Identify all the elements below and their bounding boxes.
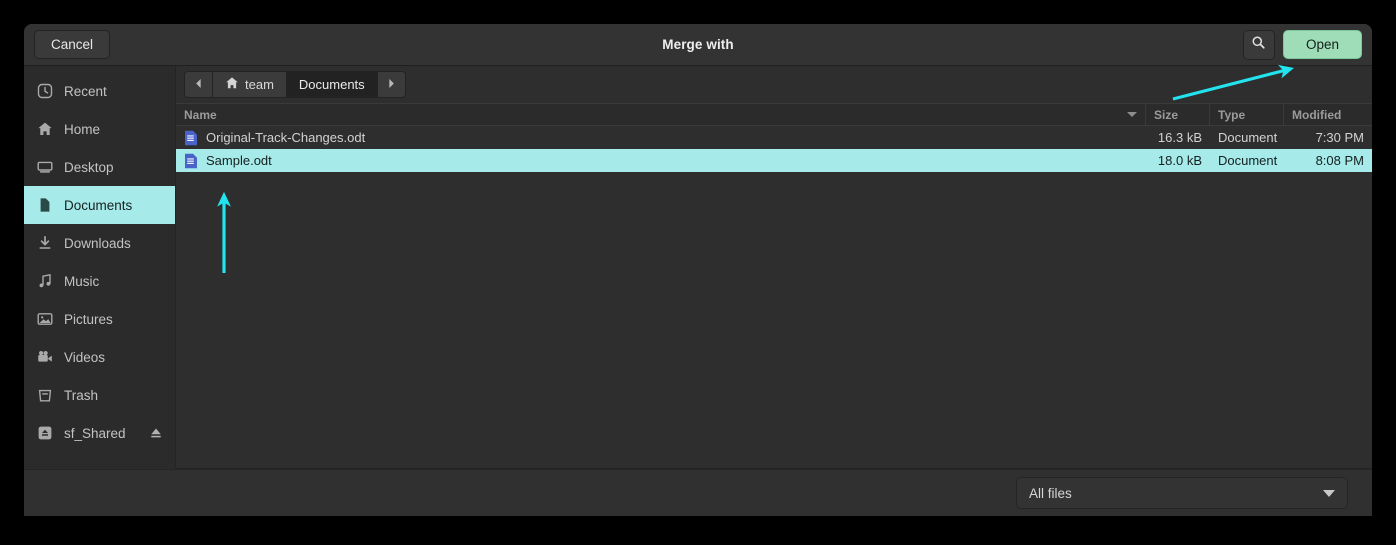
breadcrumb-item-documents[interactable]: Documents [286, 71, 378, 98]
file-pane: team Documents Name Size Type Modified O… [176, 66, 1372, 469]
odt-file-icon [184, 153, 198, 169]
window-title: Merge with [662, 37, 734, 52]
column-header-label: Size [1154, 107, 1179, 122]
table-row[interactable]: Original-Track-Changes.odt 16.3 kB Docum… [176, 126, 1372, 149]
sidebar-item-label: Recent [64, 83, 107, 99]
sidebar-item-downloads[interactable]: Downloads [24, 224, 175, 262]
breadcrumb-label: Documents [298, 77, 365, 92]
sidebar-item-documents[interactable]: Documents [24, 186, 175, 224]
desktop-icon [36, 159, 53, 176]
breadcrumb-back-button[interactable] [184, 71, 213, 98]
file-name-cell: Original-Track-Changes.odt [176, 130, 1146, 146]
file-filter-dropdown[interactable]: All files [1016, 477, 1348, 509]
breadcrumb-label: team [245, 77, 274, 92]
chevron-right-icon [387, 77, 396, 92]
file-name-cell: Sample.odt [176, 153, 1146, 169]
column-header-size[interactable]: Size [1146, 104, 1210, 125]
column-header-name[interactable]: Name [176, 104, 1146, 125]
picture-icon [36, 311, 53, 328]
sidebar-item-videos[interactable]: Videos [24, 338, 175, 376]
file-filter-value: All files [1029, 485, 1072, 501]
column-header-label: Type [1218, 107, 1246, 122]
sidebar-item-label: Home [64, 121, 101, 137]
file-modified: 7:30 PM [1315, 130, 1364, 145]
search-button[interactable] [1242, 29, 1275, 60]
sidebar-item-music[interactable]: Music [24, 262, 175, 300]
home-icon [225, 76, 239, 93]
footer-bar: All files [24, 469, 1372, 516]
drive-icon [36, 425, 53, 442]
file-size: 16.3 kB [1157, 130, 1202, 145]
sidebar-item-label: Desktop [64, 159, 114, 175]
breadcrumb: team Documents [184, 71, 406, 98]
odt-file-icon [184, 130, 198, 146]
sidebar-item-recent[interactable]: Recent [24, 72, 175, 110]
file-type: Document [1218, 130, 1278, 145]
column-header-label: Modified [1292, 107, 1342, 122]
file-chooser-window: Cancel Merge with Open Recent Home Deskt… [24, 24, 1372, 516]
table-row[interactable]: Sample.odt 18.0 kB Document 8:08 PM [176, 149, 1372, 172]
sidebar-item-label: Pictures [64, 311, 113, 327]
file-size: 18.0 kB [1157, 153, 1202, 168]
sidebar-item-home[interactable]: Home [24, 110, 175, 148]
path-bar: team Documents [176, 66, 1372, 103]
open-button[interactable]: Open [1282, 30, 1362, 59]
home-icon [36, 121, 53, 138]
sidebar-item-sf-shared[interactable]: sf_Shared [24, 414, 175, 452]
header-actions: Open [1242, 24, 1362, 65]
file-type: Document [1218, 153, 1278, 168]
sidebar-item-label: Documents [64, 197, 133, 213]
sidebar-item-label: Music [64, 273, 100, 289]
sidebar-item-trash[interactable]: Trash [24, 376, 175, 414]
file-list-header: Name Size Type Modified [176, 103, 1372, 126]
clock-icon [36, 83, 53, 100]
sidebar-item-label: Downloads [64, 235, 131, 251]
places-sidebar: Recent Home Desktop Documents Downloads … [24, 66, 176, 469]
music-icon [36, 273, 53, 290]
chevron-down-icon [1323, 489, 1335, 497]
chevron-left-icon [194, 77, 203, 92]
header-bar: Cancel Merge with Open [24, 24, 1372, 66]
file-name: Original-Track-Changes.odt [206, 130, 366, 145]
breadcrumb-forward-button[interactable] [377, 71, 406, 98]
column-header-label: Name [184, 107, 217, 122]
sidebar-item-label: Videos [64, 349, 106, 365]
file-name: Sample.odt [206, 153, 272, 168]
trash-icon [36, 387, 53, 404]
column-header-type[interactable]: Type [1210, 104, 1284, 125]
sidebar-item-pictures[interactable]: Pictures [24, 300, 175, 338]
video-icon [36, 349, 53, 366]
download-icon [36, 235, 53, 252]
search-icon [1251, 35, 1266, 55]
column-header-modified[interactable]: Modified [1284, 104, 1372, 125]
sidebar-item-label: Trash [64, 387, 99, 403]
sidebar-item-label: sf_Shared [64, 425, 126, 441]
file-modified: 8:08 PM [1315, 153, 1364, 168]
sort-descending-icon [1127, 112, 1137, 117]
window-body: Recent Home Desktop Documents Downloads … [24, 66, 1372, 469]
breadcrumb-item-team[interactable]: team [213, 71, 287, 98]
file-list: Original-Track-Changes.odt 16.3 kB Docum… [176, 126, 1372, 468]
eject-icon[interactable] [149, 426, 163, 440]
document-icon [36, 197, 53, 214]
sidebar-item-desktop[interactable]: Desktop [24, 148, 175, 186]
cancel-button[interactable]: Cancel [34, 30, 111, 59]
